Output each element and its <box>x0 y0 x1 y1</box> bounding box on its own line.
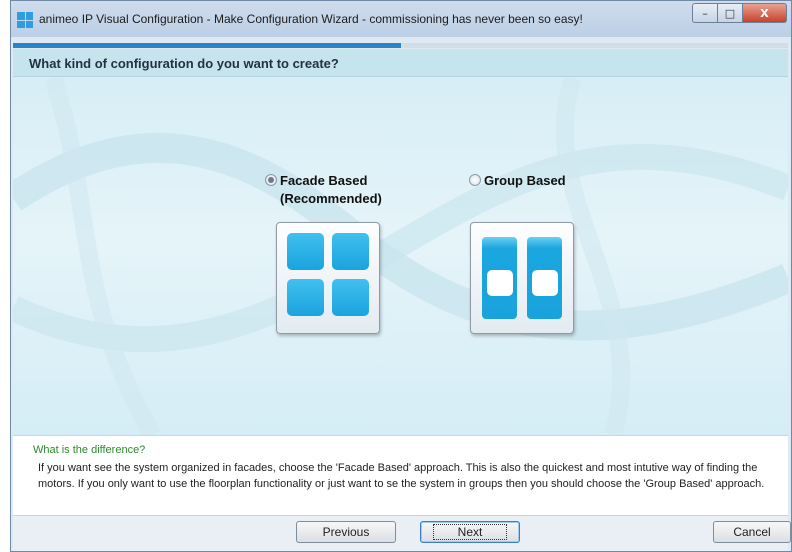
minimize-button[interactable]: – <box>692 3 718 23</box>
cancel-button[interactable]: Cancel <box>713 521 791 543</box>
close-icon: X <box>760 6 769 20</box>
option-area: Facade Based (Recommended) Group Based <box>13 78 788 435</box>
facade-grid-icon[interactable] <box>276 222 380 334</box>
difference-info-panel: What is the difference? If you want see … <box>13 435 788 515</box>
previous-button[interactable]: Previous <box>296 521 396 543</box>
group-based-label: Group Based <box>484 173 566 188</box>
app-icon <box>17 12 33 28</box>
close-button[interactable]: X <box>743 3 787 23</box>
info-title: What is the difference? <box>33 444 146 456</box>
maximize-icon: □ <box>724 6 736 20</box>
group-based-radio[interactable] <box>469 174 481 186</box>
next-button[interactable]: Next <box>420 521 520 543</box>
group-columns-icon[interactable] <box>470 222 574 334</box>
question-header: What kind of configuration do you want t… <box>13 49 788 77</box>
window-title: animeo IP Visual Configuration - Make Co… <box>39 12 583 26</box>
title-bar[interactable]: animeo IP Visual Configuration - Make Co… <box>11 1 791 37</box>
previous-button-label: Previous <box>322 525 370 539</box>
wizard-window: animeo IP Visual Configuration - Make Co… <box>10 0 792 552</box>
facade-based-radio[interactable] <box>265 174 277 186</box>
maximize-button[interactable]: □ <box>718 3 743 23</box>
wizard-progress-fill <box>13 43 401 48</box>
window-controls: – □ X <box>692 3 787 23</box>
info-description: If you want see the system organized in … <box>38 462 765 490</box>
page-title: What kind of configuration do you want t… <box>29 56 339 71</box>
minimize-icon: – <box>702 6 708 20</box>
cancel-button-label: Cancel <box>733 525 771 539</box>
group-based-option[interactable]: Group Based <box>469 172 589 334</box>
wizard-progress-bar <box>13 43 788 48</box>
next-button-label: Next <box>432 524 508 540</box>
facade-based-label: Facade Based (Recommended) <box>280 173 382 206</box>
facade-based-option[interactable]: Facade Based (Recommended) <box>265 172 395 334</box>
background-wave-decoration <box>13 78 788 435</box>
button-bar: Previous Next Cancel <box>13 515 791 551</box>
